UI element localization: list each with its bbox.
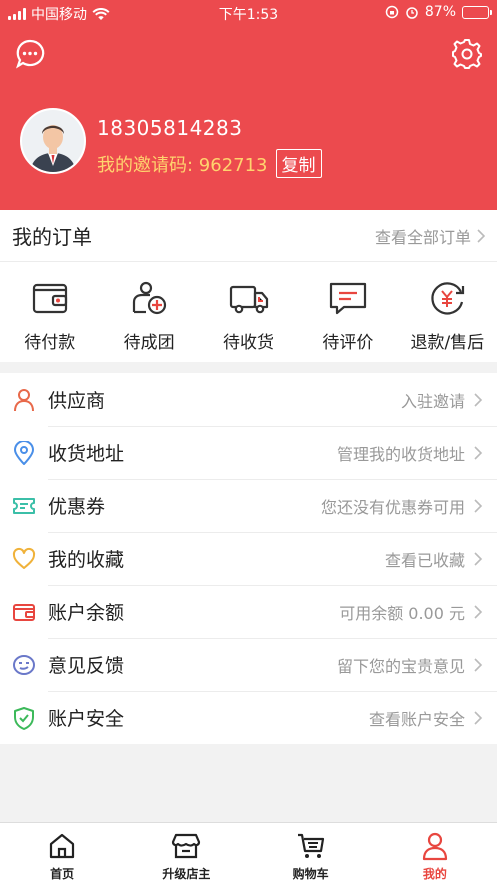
chevron-right-icon [474,392,483,407]
order-pending-review[interactable]: 待评价 [298,262,397,362]
chevron-right-icon [477,228,485,243]
order-pending-group[interactable]: 待成团 [99,262,198,362]
menu-item-hint: 留下您的宝贵意见 [336,656,465,676]
tab-label: 购物车 [292,867,329,881]
menu-item-hint: 您还没有优惠券可用 [320,497,465,517]
refund-icon [431,282,465,315]
avatar-portrait-icon [22,110,84,172]
home-icon [50,833,75,859]
invite-code-label: 我的邀请码: 962713 [97,154,268,176]
tab-label: 首页 [50,867,75,881]
user-phone: 18305814283 [97,116,243,140]
heart-icon [12,547,36,569]
menu-item-label: 收货地址 [48,443,125,465]
order-refund-aftersale[interactable]: 退款/售后 [398,262,497,362]
shield-icon [14,706,34,730]
orders-title: 我的订单 [12,225,92,249]
menu-item-label: 供应商 [48,390,106,412]
menu-item-label: 意见反馈 [48,655,125,677]
store-icon [172,833,201,859]
chevron-right-icon [474,657,483,672]
menu-item-feedback[interactable]: 意见反馈 留下您的宝贵意见 [0,638,497,691]
menu-item-hint: 入驻邀请 [400,391,465,411]
status-right: 87% [385,4,492,20]
avatar[interactable] [20,108,86,174]
status-bar: 中国移动 下午1:53 87% [0,0,497,26]
order-pending-receipt[interactable]: 待收货 [199,262,298,362]
tab-label: 我的 [422,867,447,881]
chevron-right-icon [474,710,483,725]
chevron-right-icon [474,445,483,460]
order-item-label: 待评价 [322,333,374,353]
menu-item-label: 我的收藏 [48,549,125,571]
menu-item-hint: 管理我的收货地址 [336,444,465,464]
orientation-lock-icon [385,5,399,19]
menu-item-label: 优惠券 [48,496,106,518]
supplier-icon [14,388,34,411]
battery-icon [462,5,492,19]
user-icon [422,832,447,861]
menu-item-favorites[interactable]: 我的收藏 查看已收藏 [0,532,497,585]
menu-item-security[interactable]: 账户安全 查看账户安全 [0,691,497,744]
copy-button[interactable]: 复制 [275,149,322,178]
chevron-right-icon [474,498,483,513]
orders-header[interactable]: 我的订单 查看全部订单 [0,210,497,262]
gear-icon[interactable] [451,38,483,70]
menu-item-hint: 查看已收藏 [384,550,465,570]
settings-menu: 供应商 入驻邀请 收货地址 管理我的收货地址 优惠券 您还没有优惠券可用 我的收… [0,373,497,744]
tab-cart[interactable]: 购物车 [249,823,373,883]
group-add-icon [133,281,167,315]
menu-item-address[interactable]: 收货地址 管理我的收货地址 [0,426,497,479]
menu-item-supplier[interactable]: 供应商 入驻邀请 [0,373,497,426]
profile-header: 中国移动 下午1:53 87% 18305814283 我的邀请码: 96271… [0,0,497,210]
balance-wallet-icon [13,603,35,621]
order-status-row: 待付款 待成团 待收货 待评价 退款/售后 [0,262,497,362]
menu-item-coupon[interactable]: 优惠券 您还没有优惠券可用 [0,479,497,532]
orders-card: 我的订单 查看全部订单 待付款 待成团 待收货 待评价 退款/售后 [0,210,497,362]
order-item-label: 待收货 [223,333,275,353]
order-item-label: 待付款 [24,333,76,353]
wallet-icon [32,283,67,314]
coupon-icon [13,497,35,514]
feedback-icon [13,654,35,675]
order-item-label: 待成团 [123,333,175,353]
truck-icon [229,285,268,314]
menu-item-label: 账户安全 [48,708,125,730]
view-all-orders-label: 查看全部订单 [374,227,471,247]
menu-item-hint: 查看账户安全 [368,709,465,729]
order-pending-payment[interactable]: 待付款 [0,262,99,362]
chevron-right-icon [474,604,483,619]
tab-label: 升级店主 [162,867,211,881]
invite-code: 我的邀请码: 962713 复制 [97,149,322,178]
cart-icon [297,833,324,858]
battery-percent: 87% [424,4,456,20]
tab-upgrade-store[interactable]: 升级店主 [124,823,248,883]
menu-item-label: 账户余额 [48,602,125,624]
alarm-icon [406,7,418,19]
comment-icon [329,282,367,315]
tab-mine[interactable]: 我的 [373,823,497,883]
tab-home[interactable]: 首页 [0,823,124,883]
menu-item-hint: 可用余额 0.00 元 [339,603,465,623]
message-icon[interactable] [14,38,46,70]
view-all-orders-link[interactable]: 查看全部订单 [375,224,485,248]
menu-item-balance[interactable]: 账户余额 可用余额 0.00 元 [0,585,497,638]
bottom-tab-bar: 首页 升级店主 购物车 我的 [0,822,497,883]
location-icon [13,440,35,465]
chevron-right-icon [474,551,483,566]
order-item-label: 退款/售后 [410,333,485,353]
